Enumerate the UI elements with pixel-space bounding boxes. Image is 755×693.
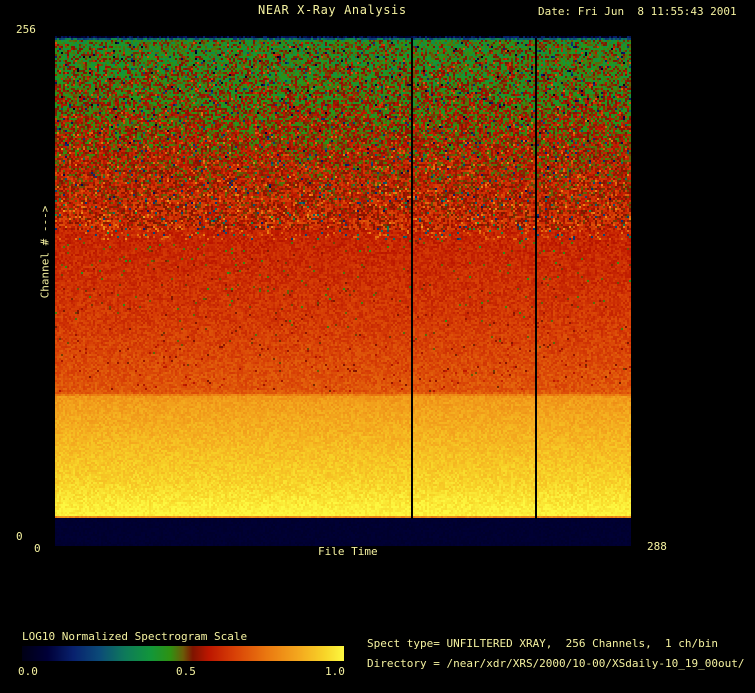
colorbar-tick-mid: 0.5 [176, 665, 196, 678]
colorbar-gradient [22, 646, 344, 661]
colorbar-title: LOG10 Normalized Spectrogram Scale [22, 630, 248, 643]
x-axis-max-tick: 288 [647, 540, 667, 553]
app-window: NEAR X-Ray Analysis Date: Fri Jun 8 11:5… [0, 0, 755, 693]
x-axis-min-tick: 0 [34, 542, 41, 555]
colorbar-tick-max: 1.0 [325, 665, 345, 678]
spectrogram-canvas [55, 36, 631, 546]
colorbar-tick-min: 0.0 [18, 665, 38, 678]
page-title: NEAR X-Ray Analysis [258, 3, 407, 17]
date-label: Date: Fri Jun 8 11:55:43 2001 [538, 5, 737, 18]
y-axis-min-tick: 0 [16, 530, 23, 543]
spectrogram-plot [55, 36, 631, 546]
x-axis-label: File Time [318, 545, 378, 558]
y-axis-max-tick: 256 [16, 23, 36, 36]
directory-line: Directory = /near/xdr/XRS/2000/10-00/XSd… [367, 657, 745, 670]
y-axis-label: Channel # ---> [38, 205, 52, 299]
spect-type-line: Spect type= UNFILTERED XRAY, 256 Channel… [367, 637, 718, 650]
